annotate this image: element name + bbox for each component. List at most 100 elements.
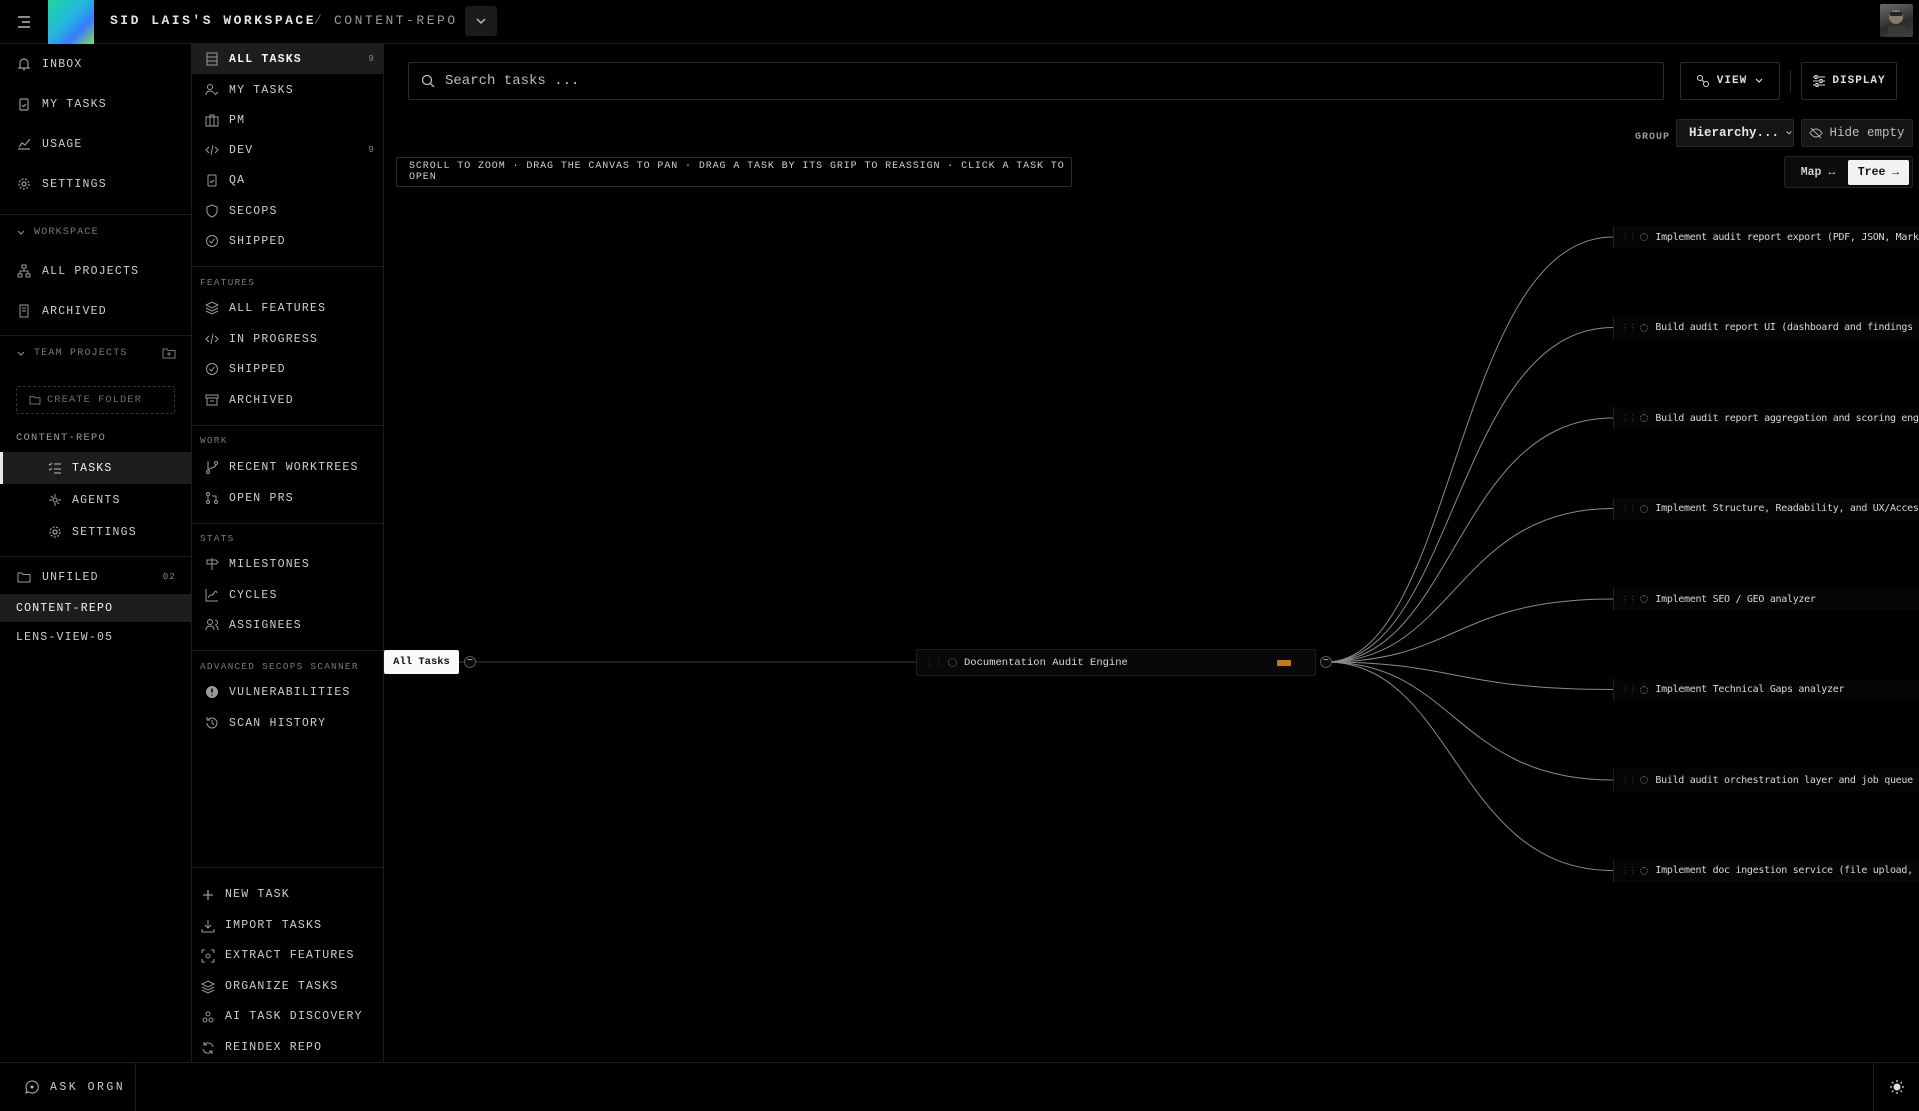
nav-shipped[interactable]: SHIPPED	[192, 226, 383, 256]
group-select[interactable]: Hierarchy...	[1676, 119, 1794, 147]
collapse-epic-toggle[interactable]: −	[1320, 656, 1332, 668]
nav-secops[interactable]: SECOPS	[192, 196, 383, 226]
task-node[interactable]: ⋮⋮ Implement SEO / GEO analyzer	[1613, 588, 1919, 610]
nav-label: SHIPPED	[229, 234, 286, 248]
import-tasks-button[interactable]: IMPORT TASKS	[192, 910, 383, 941]
collapse-root-toggle[interactable]: −	[464, 656, 476, 668]
scan-icon	[200, 948, 215, 963]
nav-cycles[interactable]: CYCLES	[192, 580, 383, 610]
nav-milestones[interactable]: MILESTONES	[192, 549, 383, 579]
task-node[interactable]: ⋮⋮ Implement audit report export (PDF, JS…	[1613, 226, 1919, 248]
nav-features-shipped[interactable]: SHIPPED	[192, 354, 383, 384]
project-item-settings[interactable]: SETTINGS	[0, 516, 192, 548]
workspace-section-header[interactable]: WORKSPACE	[16, 227, 99, 238]
nav-pm[interactable]: PM	[192, 105, 383, 135]
hierarchy-icon	[16, 263, 32, 279]
organize-tasks-button[interactable]: ORGANIZE TASKS	[192, 971, 383, 1002]
tree-canvas[interactable]: All Tasks − ⋮⋮ Documentation Audit Engin…	[384, 194, 1919, 1062]
drag-grip-icon[interactable]: ⋮⋮	[1621, 233, 1637, 242]
task-node[interactable]: ⋮⋮ Implement doc ingestion service (file …	[1613, 859, 1919, 882]
nav-all-features[interactable]: ALL FEATURES	[192, 293, 383, 323]
menu-toggle-icon[interactable]	[12, 11, 36, 33]
nav-scan-history[interactable]: SCAN HISTORY	[192, 708, 383, 738]
avatar[interactable]	[1880, 4, 1913, 37]
repo-title[interactable]: CONTENT-REPO	[334, 13, 458, 28]
drag-grip-icon[interactable]: ⋮⋮	[1621, 776, 1637, 785]
workspace-logo[interactable]	[48, 0, 94, 44]
drag-grip-icon[interactable]: ⋮⋮	[1621, 323, 1637, 332]
task-node[interactable]: ⋮⋮ Build audit report UI (dashboard and f…	[1613, 316, 1919, 339]
nav-in-progress[interactable]: IN PROGRESS	[192, 324, 383, 354]
create-folder-button[interactable]: CREATE FOLDER	[16, 386, 175, 414]
sidebar-item-settings[interactable]: SETTINGS	[0, 168, 192, 200]
nav-qa[interactable]: QA	[192, 165, 383, 195]
project-item-agents[interactable]: AGENTS	[0, 484, 192, 516]
ask-orgn-button[interactable]: ASK ORGN	[0, 1063, 136, 1111]
task-node[interactable]: ⋮⋮ Implement Structure, Readability, and …	[1613, 497, 1919, 520]
tree-root-node[interactable]: All Tasks	[384, 650, 459, 674]
sidebar-item-inbox[interactable]: INBOX	[0, 48, 192, 80]
drag-grip-icon[interactable]: ⋮⋮	[1621, 414, 1637, 423]
action-label: AI TASK DISCOVERY	[225, 1010, 363, 1023]
view-button[interactable]: VIEW	[1680, 62, 1780, 100]
reindex-repo-button[interactable]: REINDEX REPO	[192, 1032, 383, 1063]
chevron-down-icon	[476, 18, 486, 25]
action-label: IMPORT TASKS	[225, 919, 323, 932]
display-button[interactable]: DISPLAY	[1801, 62, 1897, 100]
briefcase-icon	[204, 113, 219, 128]
sidebar-item-unfiled[interactable]: UNFILED 02	[0, 562, 192, 592]
nav-assignees[interactable]: ASSIGNEES	[192, 610, 383, 640]
new-task-button[interactable]: NEW TASK	[192, 879, 383, 910]
epic-node[interactable]: ⋮⋮ Documentation Audit Engine	[916, 649, 1316, 676]
divider	[192, 867, 383, 868]
task-node[interactable]: ⋮⋮ Build audit orchestration layer and jo…	[1613, 769, 1919, 791]
hide-empty-toggle[interactable]: Hide empty	[1801, 119, 1913, 147]
sidebar-item-usage[interactable]: USAGE	[0, 128, 192, 160]
repo-dropdown-button[interactable]	[465, 6, 497, 36]
sidebar-item-archived[interactable]: ARCHIVED	[0, 295, 192, 327]
ai-task-discovery-button[interactable]: AI TASK DISCOVERY	[192, 1001, 383, 1032]
team-projects-section-header[interactable]: TEAM PROJECTS	[16, 348, 128, 359]
cycle-chart-icon	[204, 588, 219, 603]
extract-features-button[interactable]: EXTRACT FEATURES	[192, 940, 383, 971]
repo-item-content-repo[interactable]: CONTENT-REPO	[0, 594, 192, 622]
nav-all-tasks[interactable]: ALL TASKS 9	[192, 44, 383, 74]
nav-my-tasks[interactable]: MY TASKS	[192, 75, 383, 105]
drag-grip-icon[interactable]: ⋮⋮	[1621, 595, 1637, 604]
sidebar-item-my-tasks[interactable]: MY TASKS	[0, 88, 192, 120]
archive-icon	[16, 303, 32, 319]
tree-edge	[1325, 508, 1614, 663]
project-item-tasks[interactable]: TASKS	[0, 452, 192, 484]
task-node[interactable]: ⋮⋮ Implement Technical Gaps analyzer	[1613, 678, 1919, 701]
tree-view-button[interactable]: Tree →	[1848, 160, 1909, 185]
task-node[interactable]: ⋮⋮ Build audit report aggregation and sco…	[1613, 407, 1919, 429]
theme-toggle-button[interactable]	[1873, 1063, 1919, 1111]
sidebar-item-all-projects[interactable]: ALL PROJECTS	[0, 255, 192, 287]
drag-grip-icon[interactable]: ⋮⋮	[1621, 504, 1637, 513]
map-view-button[interactable]: Map ↔	[1790, 160, 1846, 185]
divider	[0, 214, 192, 215]
drag-grip-icon[interactable]: ⋮⋮	[1621, 685, 1637, 694]
search-box[interactable]	[408, 62, 1664, 100]
repo-item-lens-view[interactable]: LENS-VIEW-05	[0, 623, 192, 651]
drag-grip-icon[interactable]: ⋮⋮	[1621, 866, 1637, 875]
nav-features-archived[interactable]: ARCHIVED	[192, 385, 383, 415]
project-item-label: AGENTS	[72, 493, 121, 507]
task-title: Implement doc ingestion service (file up…	[1655, 865, 1919, 876]
nav-open-prs[interactable]: OPEN PRS	[192, 483, 383, 513]
project-item-label: TASKS	[72, 461, 113, 475]
workspace-title[interactable]: SID LAIS'S WORKSPACE	[110, 13, 316, 28]
drag-grip-icon[interactable]: ⋮⋮	[925, 658, 943, 668]
check-circle-icon	[204, 234, 219, 249]
repo-item-label: CONTENT-REPO	[16, 601, 114, 615]
folder-icon	[16, 569, 32, 585]
nav-vulnerabilities[interactable]: VULNERABILITIES	[192, 677, 383, 707]
nav-recent-worktrees[interactable]: RECENT WORKTREES	[192, 452, 383, 482]
project-label[interactable]: CONTENT-REPO	[16, 432, 106, 444]
new-folder-icon[interactable]	[162, 347, 176, 359]
divider	[192, 266, 383, 267]
tree-edge	[1325, 598, 1614, 663]
clipboard-icon	[204, 173, 219, 188]
nav-dev[interactable]: DEV 9	[192, 135, 383, 165]
search-input[interactable]	[445, 73, 1625, 89]
